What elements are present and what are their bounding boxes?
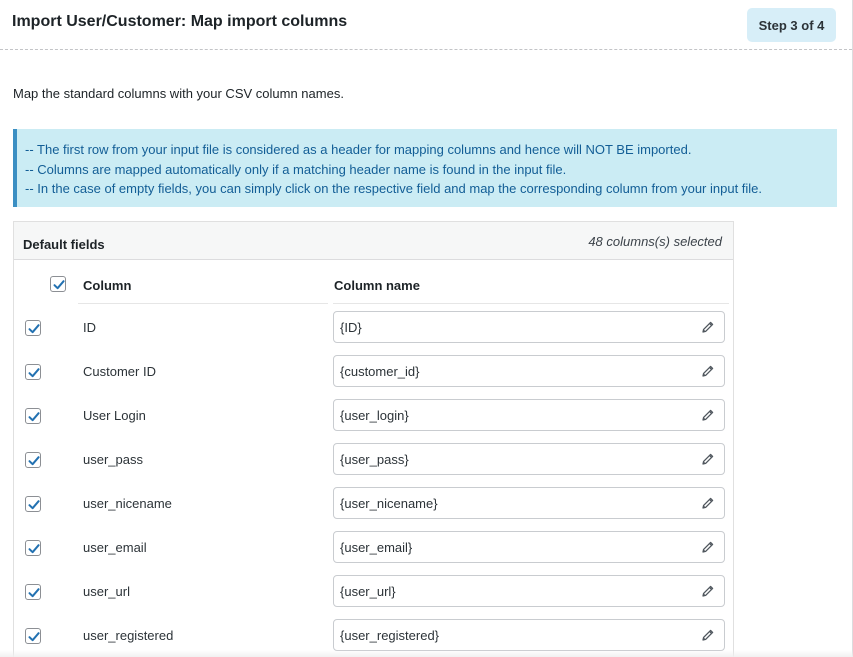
pencil-icon[interactable] xyxy=(701,364,715,378)
checkmark-icon xyxy=(28,412,40,422)
column-name-field[interactable]: {user_nicename} xyxy=(333,487,725,519)
info-notice: -- The first row from your input file is… xyxy=(13,129,837,207)
section-label: Default fields xyxy=(23,237,105,252)
divider xyxy=(78,303,328,304)
pencil-icon[interactable] xyxy=(701,408,715,422)
column-name-value: {customer_id} xyxy=(340,364,420,379)
column-name-value: {user_email} xyxy=(340,540,413,555)
checkmark-icon xyxy=(28,588,40,598)
checkmark-icon xyxy=(28,324,40,334)
table-row: user_nicename {user_nicename} xyxy=(14,482,733,526)
intro-text: Map the standard columns with your CSV c… xyxy=(13,86,344,101)
row-checkbox[interactable] xyxy=(25,540,41,556)
pencil-icon[interactable] xyxy=(701,320,715,334)
checkmark-icon xyxy=(28,632,40,642)
row-checkbox[interactable] xyxy=(25,496,41,512)
mapping-table: Default fields 48 columns(s) selected Co… xyxy=(13,221,734,657)
column-name-value: {user_pass} xyxy=(340,452,409,467)
row-checkbox[interactable] xyxy=(25,408,41,424)
column-name-field[interactable]: {ID} xyxy=(333,311,725,343)
row-checkbox[interactable] xyxy=(25,364,41,380)
column-label: user_url xyxy=(83,584,130,599)
pencil-icon[interactable] xyxy=(701,584,715,598)
column-label: user_pass xyxy=(83,452,143,467)
row-checkbox[interactable] xyxy=(25,320,41,336)
scroll-fade xyxy=(0,650,853,657)
column-name-header: Column name xyxy=(334,278,420,293)
notice-line: -- The first row from your input file is… xyxy=(25,142,692,157)
column-name-value: {user_url} xyxy=(340,584,396,599)
column-label: user_registered xyxy=(83,628,174,643)
pencil-icon[interactable] xyxy=(701,496,715,510)
column-name-field[interactable]: {user_login} xyxy=(333,399,725,431)
column-name-field[interactable]: {user_registered} xyxy=(333,619,725,651)
checkmark-icon xyxy=(53,280,65,290)
table-row: user_email {user_email} xyxy=(14,526,733,570)
checkmark-icon xyxy=(28,368,40,378)
select-all-checkbox[interactable] xyxy=(50,276,66,292)
page-header: Import User/Customer: Map import columns… xyxy=(0,0,852,50)
column-name-field[interactable]: {user_email} xyxy=(333,531,725,563)
column-name-value: {user_login} xyxy=(340,408,409,423)
column-name-value: {user_registered} xyxy=(340,628,440,643)
row-checkbox[interactable] xyxy=(25,452,41,468)
pencil-icon[interactable] xyxy=(701,540,715,554)
checkmark-icon xyxy=(28,456,40,466)
selected-count: 48 columns(s) selected xyxy=(588,234,722,249)
table-row: Customer ID {customer_id} xyxy=(14,350,733,394)
column-name-value: {user_nicename} xyxy=(340,496,438,511)
checkmark-icon xyxy=(28,544,40,554)
divider xyxy=(333,303,729,304)
row-checkbox[interactable] xyxy=(25,628,41,644)
column-label: Customer ID xyxy=(83,364,156,379)
table-row: ID {ID} xyxy=(14,306,733,350)
column-label: User Login xyxy=(83,408,146,423)
step-badge: Step 3 of 4 xyxy=(747,8,836,42)
column-label: user_nicename xyxy=(83,496,172,511)
column-header: Column xyxy=(83,278,132,293)
column-name-field[interactable]: {user_pass} xyxy=(333,443,725,475)
notice-line: -- Columns are mapped automatically only… xyxy=(25,161,567,177)
table-row: user_pass {user_pass} xyxy=(14,438,733,482)
table-row: User Login {user_login} xyxy=(14,394,733,438)
table-row: user_url {user_url} xyxy=(14,570,733,614)
row-checkbox[interactable] xyxy=(25,584,41,600)
column-name-value: {ID} xyxy=(340,320,362,335)
column-name-field[interactable]: {customer_id} xyxy=(333,355,725,387)
column-name-field[interactable]: {user_url} xyxy=(333,575,725,607)
pencil-icon[interactable] xyxy=(701,628,715,642)
page-title: Import User/Customer: Map import columns xyxy=(12,13,348,30)
pencil-icon[interactable] xyxy=(701,452,715,466)
table-section-header: Default fields 48 columns(s) selected xyxy=(14,222,733,260)
column-label: ID xyxy=(83,320,96,335)
column-label: user_email xyxy=(83,540,147,555)
notice-line: -- In the case of empty fields, you can … xyxy=(25,181,763,196)
checkmark-icon xyxy=(28,500,40,510)
import-mapping-page: Import User/Customer: Map import columns… xyxy=(0,0,853,657)
